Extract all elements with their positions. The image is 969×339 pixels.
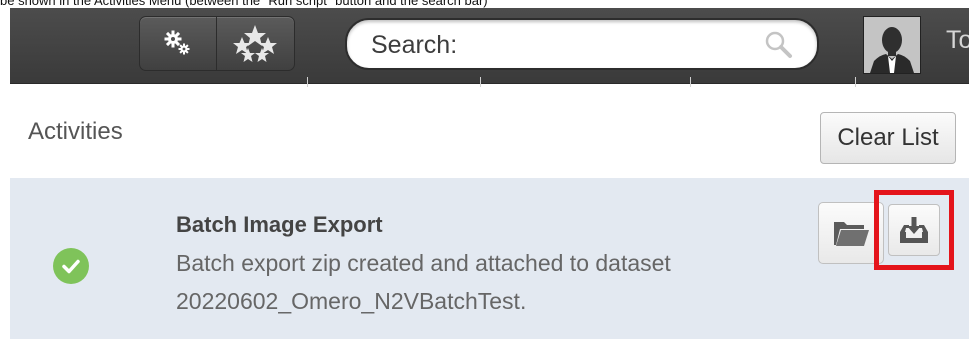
- activity-item: Batch Image Export Batch export zip crea…: [10, 178, 969, 339]
- activities-title: Activities: [28, 118, 123, 145]
- magnifier-icon[interactable]: [763, 29, 793, 59]
- top-toolbar: To: [10, 8, 969, 84]
- search-box[interactable]: [345, 18, 819, 70]
- check-circle-icon: [53, 248, 89, 284]
- stars-icon: [233, 24, 277, 62]
- divider: [690, 77, 691, 87]
- user-avatar-icon: [864, 17, 920, 73]
- divider: [480, 77, 481, 87]
- user-name[interactable]: To: [946, 26, 969, 55]
- clear-list-button[interactable]: Clear List: [820, 112, 956, 164]
- annotation-caption: be shown in the Activities Menu (between…: [0, 0, 488, 8]
- activity-title: Batch Image Export: [176, 212, 383, 237]
- search-input[interactable]: [369, 26, 733, 64]
- user-avatar[interactable]: [863, 16, 921, 74]
- download-button[interactable]: [888, 204, 940, 256]
- settings-button[interactable]: [140, 17, 217, 70]
- highlight-box: [874, 190, 954, 270]
- scripts-button[interactable]: [217, 17, 293, 70]
- divider: [855, 77, 856, 87]
- toolbar-button-group: [139, 16, 295, 71]
- gears-icon: [164, 30, 190, 54]
- folder-icon: [834, 222, 869, 246]
- divider: [307, 77, 308, 87]
- activity-description: Batch export zip created and attached to…: [176, 250, 671, 314]
- download-icon: [900, 217, 928, 243]
- activities-header: Activities Clear List: [10, 92, 969, 172]
